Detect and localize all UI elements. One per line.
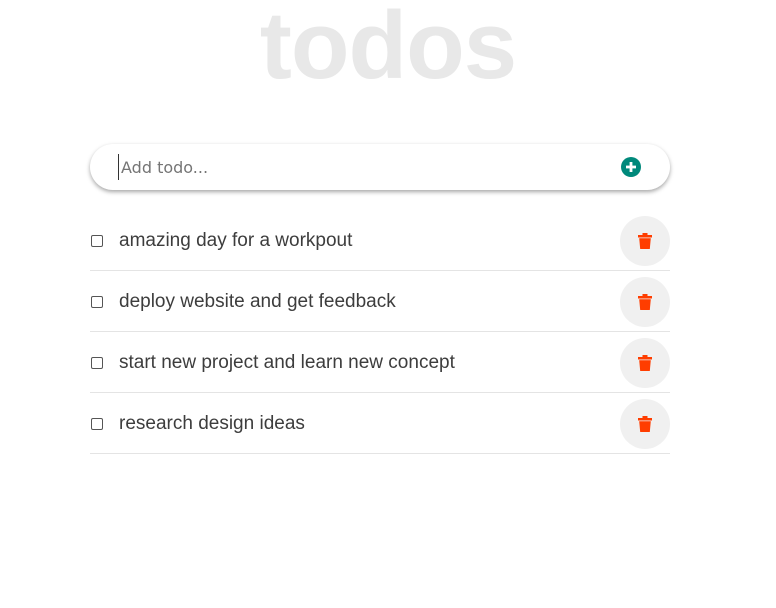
trash-icon (638, 294, 652, 310)
todo-item: deploy website and get feedback (90, 271, 670, 332)
add-todo-button[interactable] (620, 156, 642, 178)
delete-todo-button[interactable] (620, 277, 670, 327)
trash-icon (638, 416, 652, 432)
app-title: todos (259, 0, 517, 99)
trash-icon (638, 355, 652, 371)
todo-text: amazing day for a workpout (119, 230, 353, 251)
add-todo-input[interactable] (118, 154, 601, 180)
plus-circle-icon (621, 157, 641, 177)
todo-checkbox[interactable] (91, 357, 103, 369)
todo-list: amazing day for a workpout deploy websit… (90, 210, 670, 454)
delete-todo-button[interactable] (620, 216, 670, 266)
todo-checkbox[interactable] (91, 296, 103, 308)
todo-text: research design ideas (119, 413, 305, 434)
todo-item: start new project and learn new concept (90, 332, 670, 393)
todo-app: todos amazing day for a workpout (0, 0, 776, 608)
delete-todo-button[interactable] (620, 338, 670, 388)
todo-text: deploy website and get feedback (119, 291, 396, 312)
todo-checkbox[interactable] (91, 418, 103, 430)
todo-item: amazing day for a workpout (90, 210, 670, 271)
todo-item: research design ideas (90, 393, 670, 454)
add-todo-bar (90, 144, 670, 190)
todo-text: start new project and learn new concept (119, 352, 455, 373)
todo-checkbox[interactable] (91, 235, 103, 247)
trash-icon (638, 233, 652, 249)
delete-todo-button[interactable] (620, 399, 670, 449)
